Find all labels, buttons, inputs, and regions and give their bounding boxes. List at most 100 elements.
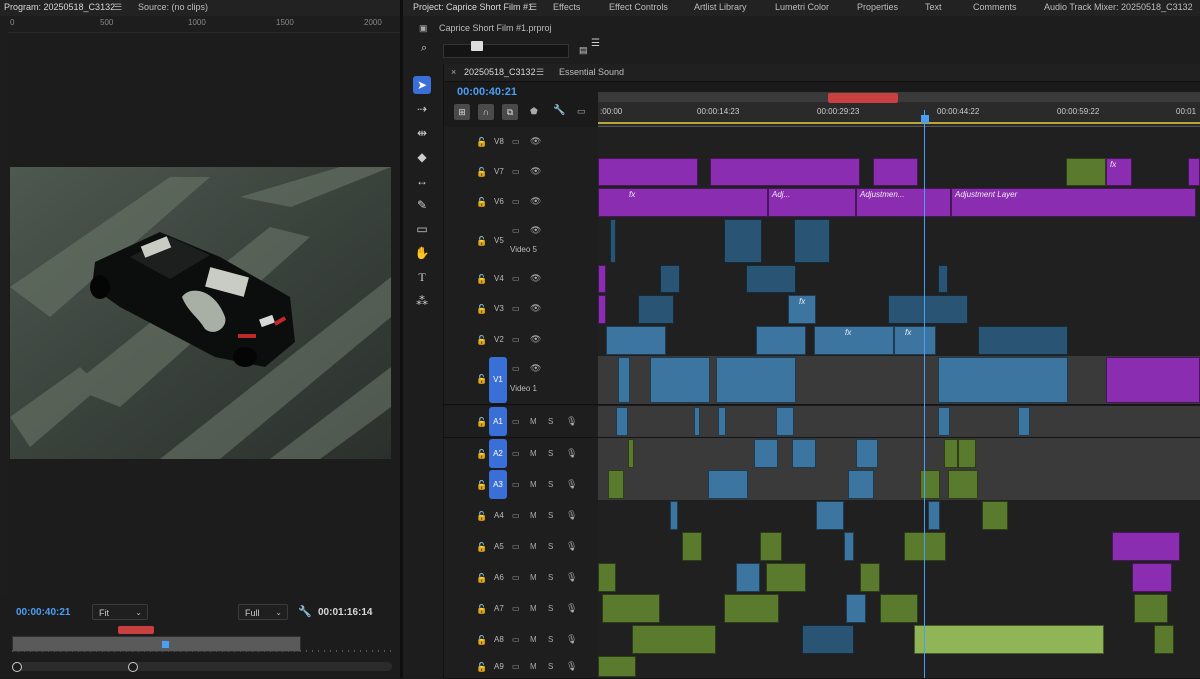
solo-button[interactable]: S: [548, 662, 553, 671]
add-marker-icon[interactable]: ⬟: [530, 106, 538, 117]
captions-icon[interactable]: ▭: [577, 106, 586, 117]
sync-lock-icon[interactable]: ▭: [512, 662, 520, 671]
lock-icon[interactable]: 🔓: [476, 635, 487, 646]
lock-icon[interactable]: 🔓: [476, 511, 487, 522]
audio-clip[interactable]: [632, 625, 716, 654]
mute-button[interactable]: M: [530, 417, 537, 426]
lock-icon[interactable]: 🔓: [476, 304, 487, 315]
microphone-icon[interactable]: 🎙: [566, 416, 577, 427]
lock-icon[interactable]: 🔓: [476, 417, 487, 428]
lock-icon[interactable]: 🔓: [476, 167, 487, 178]
video-clip[interactable]: [794, 219, 830, 263]
eye-icon[interactable]: 👁: [530, 136, 541, 147]
solo-button[interactable]: S: [548, 449, 553, 458]
tab-text[interactable]: Text: [925, 2, 942, 12]
track-area-v2[interactable]: fx fx: [598, 325, 1200, 357]
sync-lock-icon[interactable]: ▭: [512, 304, 520, 313]
track-target-a1[interactable]: A1: [489, 407, 507, 436]
sequence-timecode[interactable]: 00:00:40:21: [457, 86, 517, 98]
audio-clip[interactable]: [848, 470, 874, 499]
tab-comments[interactable]: Comments: [973, 2, 1017, 12]
resolution-dropdown[interactable]: Full ⌄: [238, 604, 288, 620]
audio-clip[interactable]: [598, 563, 616, 592]
sync-lock-icon[interactable]: ▭: [512, 635, 520, 644]
microphone-icon[interactable]: 🎙: [566, 541, 577, 552]
sync-lock-icon[interactable]: ▭: [512, 274, 520, 283]
adjustment-clip[interactable]: [1188, 158, 1200, 186]
track-area-a9[interactable]: [598, 655, 1200, 679]
panel-menu-icon[interactable]: ☰: [536, 67, 544, 78]
audio-clip[interactable]: [682, 532, 702, 561]
video-clip[interactable]: [746, 265, 796, 293]
audio-clip[interactable]: [1018, 407, 1030, 436]
lock-icon[interactable]: 🔓: [476, 335, 487, 346]
track-area-a3[interactable]: [598, 469, 1200, 501]
audio-clip[interactable]: [904, 532, 946, 561]
video-clip[interactable]: [618, 357, 630, 403]
mute-button[interactable]: M: [530, 604, 537, 613]
track-area-v3[interactable]: fx: [598, 294, 1200, 326]
panel-menu-icon[interactable]: ☰: [591, 38, 600, 49]
hand-tool-icon[interactable]: ✋: [413, 244, 431, 262]
sync-lock-icon[interactable]: ▭: [512, 542, 520, 551]
audio-clip[interactable]: [856, 439, 878, 468]
audio-clip[interactable]: [920, 470, 940, 499]
close-icon[interactable]: ×: [451, 67, 456, 77]
audio-clip[interactable]: [928, 501, 940, 530]
slip-tool-icon[interactable]: ↔: [413, 172, 431, 190]
solo-button[interactable]: S: [548, 573, 553, 582]
timeline-ruler[interactable]: :00:00 00:00:14:23 00:00:29:23 00:00:44:…: [598, 92, 1200, 127]
microphone-icon[interactable]: 🎙: [566, 448, 577, 459]
sync-lock-icon[interactable]: ▭: [512, 137, 520, 146]
selection-tool-icon[interactable]: ➤: [413, 76, 431, 94]
audio-clip[interactable]: [736, 563, 760, 592]
track-area-v6[interactable]: fx Adj... Adjustmen... Adjustment Layer: [598, 187, 1200, 219]
adjustment-clip[interactable]: Adjustmen...: [856, 188, 951, 217]
audio-clip[interactable]: [754, 439, 778, 468]
audio-clip[interactable]: [602, 594, 660, 623]
adjustment-clip[interactable]: [598, 265, 606, 293]
video-clip[interactable]: [660, 265, 680, 293]
microphone-icon[interactable]: 🎙: [566, 510, 577, 521]
tab-source[interactable]: Source: (no clips): [138, 2, 208, 12]
sync-lock-icon[interactable]: ▭: [512, 197, 520, 206]
adjustment-clip[interactable]: [598, 158, 698, 186]
track-area-a8[interactable]: [598, 624, 1200, 656]
video-clip[interactable]: [610, 219, 616, 263]
zoom-scrollbar[interactable]: [12, 662, 392, 671]
sync-lock-icon[interactable]: ▭: [512, 417, 520, 426]
solo-button[interactable]: S: [548, 480, 553, 489]
tab-audio-track-mixer[interactable]: Audio Track Mixer: 20250518_C3132: [1044, 2, 1193, 12]
eye-icon[interactable]: 👁: [530, 225, 541, 236]
mute-button[interactable]: M: [530, 662, 537, 671]
sync-lock-icon[interactable]: ▭: [512, 226, 520, 235]
solo-button[interactable]: S: [548, 604, 553, 613]
work-area-bar[interactable]: [598, 92, 1200, 102]
work-area-marker[interactable]: [118, 626, 154, 634]
track-target-a3[interactable]: A3: [489, 470, 507, 499]
lock-icon[interactable]: 🔓: [476, 449, 487, 460]
insert-sequence-icon[interactable]: ⊞: [454, 104, 470, 120]
adjustment-clip[interactable]: fx: [598, 188, 768, 217]
track-target-v1[interactable]: V1: [489, 357, 507, 403]
track-select-tool-icon[interactable]: ⇢: [413, 100, 431, 118]
video-clip[interactable]: fx: [814, 326, 894, 355]
video-clip[interactable]: [888, 295, 968, 324]
lock-icon[interactable]: 🔓: [476, 542, 487, 553]
track-area-v4[interactable]: [598, 264, 1200, 295]
tab-program[interactable]: Program: 20250518_C3132: [4, 2, 115, 12]
video-clip[interactable]: [724, 219, 762, 263]
eye-icon[interactable]: 👁: [530, 166, 541, 177]
solo-button[interactable]: S: [548, 417, 553, 426]
type-tool-icon[interactable]: T: [413, 268, 431, 286]
tab-effects[interactable]: Effects: [553, 2, 580, 12]
sync-lock-icon[interactable]: ▭: [512, 511, 520, 520]
snap-icon[interactable]: ∩: [478, 104, 494, 120]
audio-clip[interactable]: [670, 501, 678, 530]
track-area-v1[interactable]: [598, 356, 1200, 405]
remix-tool-icon[interactable]: ⁂: [413, 292, 431, 310]
adjustment-clip[interactable]: [710, 158, 860, 186]
audio-clip[interactable]: [694, 407, 700, 436]
audio-clip[interactable]: [708, 470, 748, 499]
video-clip[interactable]: [1066, 158, 1106, 186]
